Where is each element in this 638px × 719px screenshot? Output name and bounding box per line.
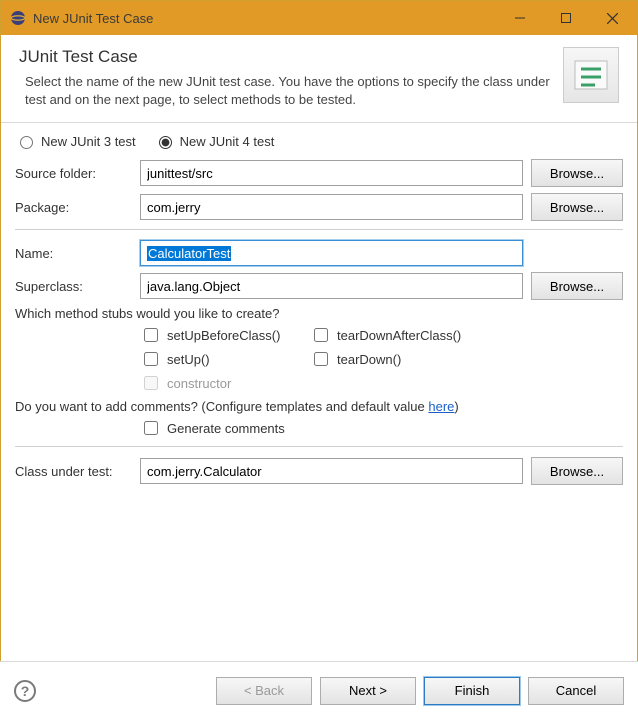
next-button[interactable]: Next > bbox=[320, 677, 416, 705]
separator bbox=[15, 446, 623, 447]
close-button[interactable] bbox=[589, 1, 635, 35]
checkbox-generate-comments-label: Generate comments bbox=[167, 421, 285, 436]
name-input-text: CalculatorTest bbox=[147, 246, 231, 261]
stubs-question: Which method stubs would you like to cre… bbox=[15, 306, 623, 321]
class-under-test-label: Class under test: bbox=[15, 464, 140, 479]
checkbox-setupbeforeclass[interactable]: setUpBeforeClass() bbox=[140, 325, 310, 345]
wizard-banner: JUnit Test Case Select the name of the n… bbox=[1, 35, 637, 123]
checkbox-teardownafterclass[interactable]: tearDownAfterClass() bbox=[310, 325, 510, 345]
superclass-input[interactable] bbox=[140, 273, 523, 299]
name-input[interactable]: CalculatorTest bbox=[140, 240, 523, 266]
checkbox-teardownafterclass-input[interactable] bbox=[314, 328, 328, 342]
checkbox-setupbeforeclass-label: setUpBeforeClass() bbox=[167, 328, 280, 343]
banner-description: Select the name of the new JUnit test ca… bbox=[19, 73, 553, 108]
browse-class-under-test-button[interactable]: Browse... bbox=[531, 457, 623, 485]
checkbox-teardown-label: tearDown() bbox=[337, 352, 401, 367]
comments-question-suffix: ) bbox=[454, 399, 458, 414]
comments-question: Do you want to add comments? (Configure … bbox=[15, 399, 623, 414]
checkbox-generate-comments[interactable]: Generate comments bbox=[140, 418, 623, 438]
source-folder-label: Source folder: bbox=[15, 166, 140, 181]
radio-junit3[interactable]: New JUnit 3 test bbox=[15, 133, 136, 149]
help-button[interactable]: ? bbox=[14, 680, 36, 702]
class-under-test-input[interactable] bbox=[140, 458, 523, 484]
checkbox-constructor: constructor bbox=[140, 373, 310, 393]
banner-title: JUnit Test Case bbox=[19, 47, 553, 67]
radio-junit3-label: New JUnit 3 test bbox=[41, 134, 136, 149]
name-label: Name: bbox=[15, 246, 140, 261]
comments-question-prefix: Do you want to add comments? (Configure … bbox=[15, 399, 428, 414]
junit-wizard-icon bbox=[563, 47, 619, 103]
window-title: New JUnit Test Case bbox=[33, 11, 497, 26]
wizard-content: New JUnit 3 test New JUnit 4 test Source… bbox=[1, 123, 637, 485]
radio-junit4-input[interactable] bbox=[159, 136, 172, 149]
superclass-label: Superclass: bbox=[15, 279, 140, 294]
back-button: < Back bbox=[216, 677, 312, 705]
radio-junit3-input[interactable] bbox=[20, 136, 33, 149]
browse-package-button[interactable]: Browse... bbox=[531, 193, 623, 221]
checkbox-teardownafterclass-label: tearDownAfterClass() bbox=[337, 328, 461, 343]
window-titlebar: New JUnit Test Case bbox=[1, 1, 637, 35]
finish-button[interactable]: Finish bbox=[424, 677, 520, 705]
browse-source-folder-button[interactable]: Browse... bbox=[531, 159, 623, 187]
checkbox-setup-label: setUp() bbox=[167, 352, 210, 367]
checkbox-teardown[interactable]: tearDown() bbox=[310, 349, 510, 369]
package-input[interactable] bbox=[140, 194, 523, 220]
minimize-button[interactable] bbox=[497, 1, 543, 35]
separator bbox=[15, 229, 623, 230]
checkbox-setup-input[interactable] bbox=[144, 352, 158, 366]
source-folder-input[interactable] bbox=[140, 160, 523, 186]
checkbox-setupbeforeclass-input[interactable] bbox=[144, 328, 158, 342]
configure-templates-link[interactable]: here bbox=[428, 399, 454, 414]
maximize-button[interactable] bbox=[543, 1, 589, 35]
cancel-button[interactable]: Cancel bbox=[528, 677, 624, 705]
wizard-footer: ? < Back Next > Finish Cancel bbox=[0, 661, 638, 719]
checkbox-setup[interactable]: setUp() bbox=[140, 349, 310, 369]
eclipse-icon bbox=[9, 9, 27, 27]
checkbox-constructor-label: constructor bbox=[167, 376, 231, 391]
radio-junit4-label: New JUnit 4 test bbox=[180, 134, 275, 149]
checkbox-constructor-input bbox=[144, 376, 158, 390]
package-label: Package: bbox=[15, 200, 140, 215]
radio-junit4[interactable]: New JUnit 4 test bbox=[154, 133, 275, 149]
checkbox-generate-comments-input[interactable] bbox=[144, 421, 158, 435]
checkbox-teardown-input[interactable] bbox=[314, 352, 328, 366]
browse-superclass-button[interactable]: Browse... bbox=[531, 272, 623, 300]
